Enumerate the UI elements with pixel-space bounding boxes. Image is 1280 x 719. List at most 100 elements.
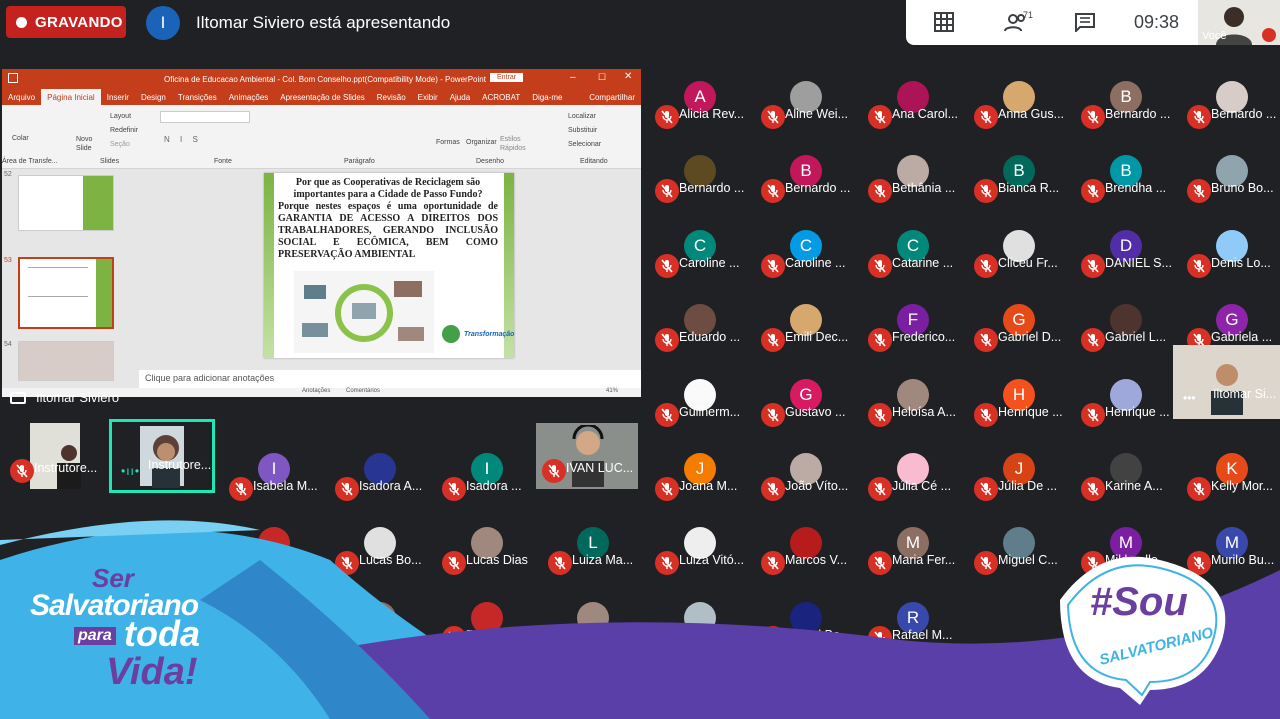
ppt-tab[interactable]: Transições <box>172 93 223 102</box>
participant-tile[interactable]: João Víto... <box>753 437 859 511</box>
participant-tile[interactable]: Cliceu Fr... <box>966 214 1072 288</box>
zoom-level[interactable]: 41% <box>606 388 618 394</box>
grid-layout-icon[interactable] <box>933 12 955 32</box>
self-view[interactable]: Você <box>1198 0 1280 45</box>
participant-tile[interactable]: D DANIEL S... <box>1073 214 1179 288</box>
font-format-icons[interactable]: N I S <box>164 135 202 144</box>
ppt-tab[interactable]: Página Inicial <box>41 89 101 105</box>
save-icon[interactable] <box>8 73 18 83</box>
ppt-tab[interactable]: Animações <box>223 93 275 102</box>
signin-button[interactable]: Entrar <box>490 73 524 82</box>
participant-video-image <box>572 425 604 487</box>
participant-tile[interactable]: Denis Lo... <box>1179 214 1280 288</box>
participant-tile[interactable]: Luiza Vitó... <box>647 511 753 585</box>
reset-button[interactable]: Redefinir <box>110 127 138 134</box>
participant-tile[interactable]: M Maria Fer... <box>860 511 966 585</box>
more-options-icon[interactable]: ••• <box>1183 391 1196 405</box>
ppt-tab[interactable]: Inserir <box>101 93 135 102</box>
participant-tile[interactable]: Guilherm... <box>647 363 753 437</box>
participant-tile[interactable]: Ana Carol... <box>860 65 966 139</box>
participant-tile[interactable]: Bruno Bo... <box>1179 139 1280 213</box>
participant-tile[interactable]: G Gustavo ... <box>753 363 859 437</box>
participant-tile[interactable]: Heloísa A... <box>860 363 966 437</box>
participant-tile[interactable]: Lucas Dias <box>434 511 540 585</box>
participant-tile[interactable]: J Júlia De ... <box>966 437 1072 511</box>
select-button[interactable]: Selecionar <box>568 141 601 148</box>
video-tile[interactable]: Instrutore... <box>2 419 108 493</box>
participant-tile[interactable]: Bethânia ... <box>860 139 966 213</box>
ppt-tab[interactable]: Ajuda <box>444 93 476 102</box>
ppt-tab[interactable]: Compartilhar <box>583 93 641 102</box>
participant-name: Júlia Cé ... <box>892 479 952 493</box>
participant-tile[interactable]: Pedro de ... <box>434 586 540 660</box>
ppt-tab[interactable]: Apresentação de Slides <box>274 93 371 102</box>
participant-tile[interactable]: F Frederico... <box>860 288 966 362</box>
participant-tile[interactable]: I Isadora ... <box>434 437 540 511</box>
participant-tile[interactable]: Karine A... <box>1073 437 1179 511</box>
new-slide-button[interactable]: Novo Slide <box>76 135 100 153</box>
video-tile-speaking[interactable]: •ıı• Instrutore... <box>109 419 215 493</box>
participant-tile[interactable]: Aline Wei... <box>753 65 859 139</box>
find-button[interactable]: Localizar <box>568 113 596 120</box>
participant-tile[interactable]: H Henrique ... <box>966 363 1072 437</box>
participant-tile[interactable]: K Kelly Mor... <box>1179 437 1280 511</box>
participant-tile[interactable]: B Brendha ... <box>1073 139 1179 213</box>
participant-tile[interactable]: Bernardo ... <box>647 139 753 213</box>
participant-tile[interactable]: Miguel C... <box>966 511 1072 585</box>
ppt-tab[interactable]: Diga-me <box>526 93 568 102</box>
quick-styles-button[interactable]: Estilos Rápidos <box>500 135 530 153</box>
replace-button[interactable]: Substituir <box>568 127 597 134</box>
participant-tile[interactable]: Pedro Ol... <box>647 586 753 660</box>
ppt-tab[interactable]: Design <box>135 93 172 102</box>
participant-tile[interactable]: C Caroline ... <box>753 214 859 288</box>
status-comments[interactable]: Comentários <box>346 388 380 394</box>
shapes-button[interactable]: Formas <box>436 139 460 146</box>
participant-tile[interactable]: C Caroline ... <box>647 214 753 288</box>
participant-tile[interactable]: Gabriel L... <box>1073 288 1179 362</box>
participant-tile[interactable]: L Luiza Ma... <box>540 511 646 585</box>
ppt-tab[interactable]: Revisão <box>371 93 412 102</box>
participant-tile[interactable]: J Joana M... <box>647 437 753 511</box>
slide-thumbnail[interactable] <box>18 341 114 381</box>
participant-name: Bernardo ... <box>679 181 745 195</box>
participant-tile[interactable]: Paola Pra... <box>327 586 433 660</box>
participant-tile[interactable]: Rafael Be... <box>753 586 859 660</box>
participant-tile[interactable]: Bernardo ... <box>1179 65 1280 139</box>
participant-tile[interactable]: Pedro Lu... <box>540 586 646 660</box>
arrange-button[interactable]: Organizar <box>466 139 497 146</box>
layout-button[interactable]: Layout <box>110 113 131 120</box>
participant-tile[interactable]: G Gabriel D... <box>966 288 1072 362</box>
participant-tile[interactable]: Anna Gus... <box>966 65 1072 139</box>
participant-tile[interactable]: C Catarine ... <box>860 214 966 288</box>
video-tile[interactable]: IVAN LUC... <box>534 419 640 493</box>
participant-tile[interactable]: Emili Dec... <box>753 288 859 362</box>
close-icon[interactable]: ✕ <box>624 71 632 82</box>
participant-tile[interactable]: B Bernardo ... <box>1073 65 1179 139</box>
participant-tile[interactable]: R Rafael M... <box>860 586 966 660</box>
ppt-tab[interactable]: Exibir <box>412 93 444 102</box>
participant-tile[interactable]: Júlia Cé ... <box>860 437 966 511</box>
ppt-tab[interactable]: ACROBAT <box>476 93 526 102</box>
status-notes[interactable]: Anotações <box>302 388 330 394</box>
font-name-field[interactable] <box>160 111 250 123</box>
minimize-icon[interactable]: – <box>570 72 576 83</box>
maximize-icon[interactable]: ☐ <box>598 72 606 83</box>
participant-tile[interactable]: A Alicia Rev... <box>647 65 753 139</box>
participant-tile[interactable]: Henrique ... <box>1073 363 1179 437</box>
slide-thumbnail[interactable] <box>18 175 114 231</box>
participant-tile[interactable]: I Isabela M... <box>221 437 327 511</box>
notes-field[interactable]: Clique para adicionar anotações <box>139 370 641 388</box>
participant-tile[interactable]: B Bernardo ... <box>753 139 859 213</box>
participant-tile[interactable]: Marcos V... <box>753 511 859 585</box>
paste-button[interactable]: Colar <box>12 135 29 142</box>
ppt-tab[interactable]: Arquivo <box>2 93 41 102</box>
participant-tile[interactable]: Isadora A... <box>327 437 433 511</box>
participant-tile[interactable]: Lucas Bo... <box>327 511 433 585</box>
participant-tile[interactable]: Eduardo ... <box>647 288 753 362</box>
participant-tile[interactable]: B Bianca R... <box>966 139 1072 213</box>
slide-thumbnail-selected[interactable] <box>18 257 114 329</box>
chat-icon[interactable] <box>1074 12 1096 32</box>
video-tile[interactable]: ••• Iltomar Si... <box>1173 345 1280 419</box>
section-button[interactable]: Seção <box>110 141 130 148</box>
participant-name: Alicia Rev... <box>679 107 745 121</box>
